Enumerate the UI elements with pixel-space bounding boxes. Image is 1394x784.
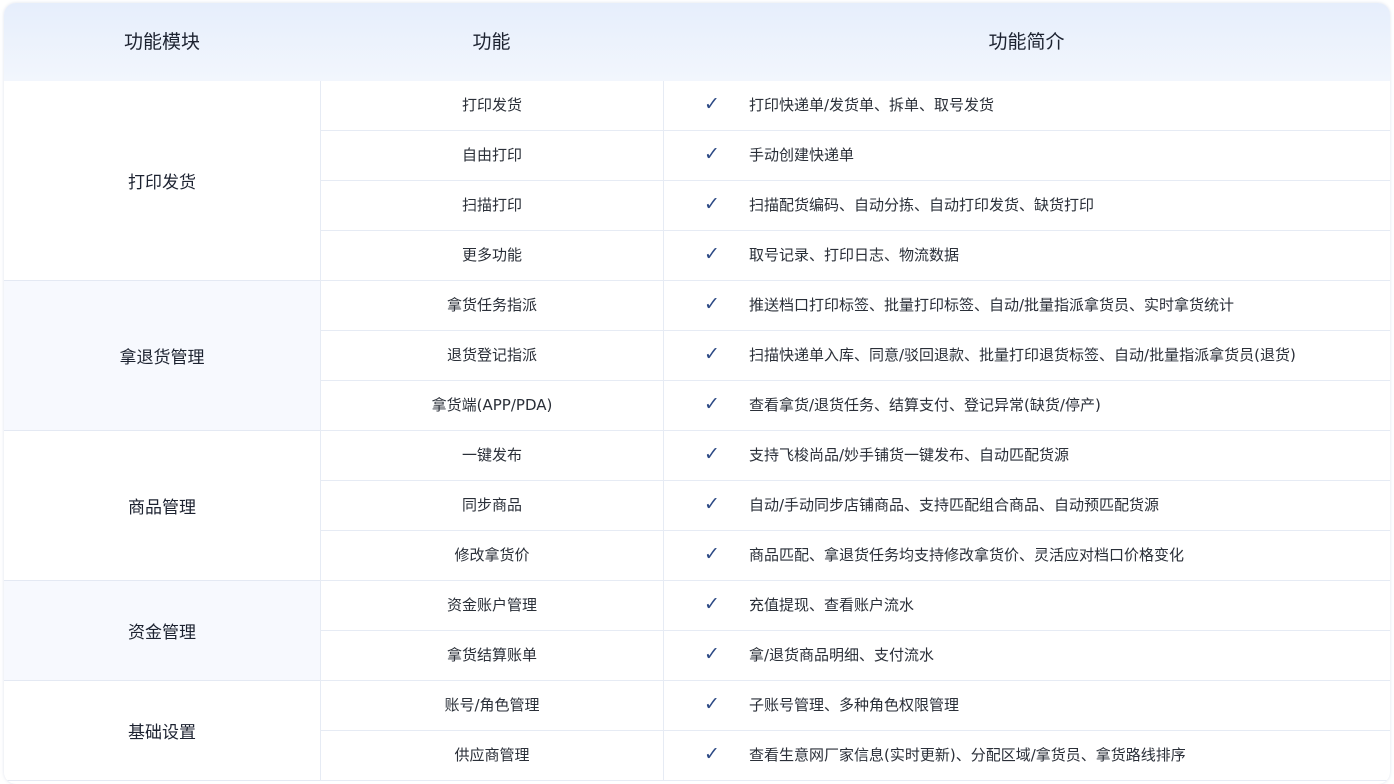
feature-cell: 同步商品 <box>321 481 664 531</box>
description-cell: 拿/退货商品明细、支付流水 <box>749 646 935 664</box>
module-cell: 商品管理 <box>4 431 320 581</box>
checkmark-icon: ✓ <box>704 93 720 115</box>
feature-cell: 拿货端(APP/PDA) <box>321 381 664 431</box>
checkmark-icon: ✓ <box>704 343 720 365</box>
feature-cell: 拿货结算账单 <box>321 631 664 681</box>
table-row: 拿货任务指派 ✓ 推送档口打印标签、批量打印标签、自动/批量指派拿货员、实时拿货统计 <box>320 281 1390 331</box>
table-header: 功能模块 功能 功能简介 <box>4 3 1390 81</box>
checkmark-icon: ✓ <box>704 393 720 415</box>
module-cell: 拿退货管理 <box>4 281 320 431</box>
checkmark-icon: ✓ <box>704 493 720 515</box>
module-cell: 基础设置 <box>4 681 320 781</box>
table-row: 退货登记指派 ✓ 扫描快递单入库、同意/驳回退款、批量打印退货标签、自动/批量指派拿… <box>320 331 1390 381</box>
table-row: 一键发布 ✓ 支持飞梭尚品/妙手铺货一键发布、自动匹配货源 <box>320 431 1390 481</box>
feature-cell: 供应商管理 <box>321 731 664 781</box>
description-cell: 查看生意网厂家信息(实时更新)、分配区域/拿货员、拿货路线排序 <box>749 746 1186 764</box>
description-cell: 推送档口打印标签、批量打印标签、自动/批量指派拿货员、实时拿货统计 <box>749 296 1235 314</box>
feature-cell: 打印发货 <box>321 81 664 131</box>
table-row: 资金账户管理 ✓ 充值提现、查看账户流水 <box>320 581 1390 631</box>
table-row: 同步商品 ✓ 自动/手动同步店铺商品、支持匹配组合商品、自动预匹配货源 <box>320 481 1390 531</box>
module-cell: 资金管理 <box>4 581 320 681</box>
table-row: 更多功能 ✓ 取号记录、打印日志、物流数据 <box>320 231 1390 281</box>
description-cell: 扫描快递单入库、同意/驳回退款、批量打印退货标签、自动/批量指派拿货员(退货) <box>749 346 1296 364</box>
feature-cell: 退货登记指派 <box>321 331 664 381</box>
table-row: 供应商管理 ✓ 查看生意网厂家信息(实时更新)、分配区域/拿货员、拿货路线排序 <box>320 731 1390 781</box>
feature-cell: 修改拿货价 <box>321 531 664 581</box>
feature-cell: 一键发布 <box>321 431 664 481</box>
description-cell: 打印快递单/发货单、拆单、取号发货 <box>749 96 995 114</box>
description-cell: 取号记录、打印日志、物流数据 <box>749 246 960 264</box>
description-cell: 子账号管理、多种角色权限管理 <box>749 696 960 714</box>
checkmark-icon: ✓ <box>704 743 720 765</box>
feature-cell: 资金账户管理 <box>321 581 664 631</box>
checkmark-icon: ✓ <box>704 143 720 165</box>
table-row: 自由打印 ✓ 手动创建快递单 <box>320 131 1390 181</box>
feature-table: 功能模块 功能 功能简介 打印发货 打印发货 ✓ 打印快递单/发货单、拆单、取号发货自… <box>4 3 1390 784</box>
table-row: 拿货结算账单 ✓ 拿/退货商品明细、支付流水 <box>320 631 1390 681</box>
table-row: 扫描打印 ✓ 扫描配货编码、自动分拣、自动打印发货、缺货打印 <box>320 181 1390 231</box>
table-row: 修改拿货价 ✓ 商品匹配、拿退货任务均支持修改拿货价、灵活应对档口价格变化 <box>320 531 1390 581</box>
feature-cell: 拿货任务指派 <box>321 281 664 331</box>
description-cell: 充值提现、查看账户流水 <box>749 596 915 614</box>
table-row: 账号/角色管理 ✓ 子账号管理、多种角色权限管理 <box>320 681 1390 731</box>
header-feature: 功能 <box>472 31 511 53</box>
checkmark-icon: ✓ <box>704 643 720 665</box>
checkmark-icon: ✓ <box>704 293 720 315</box>
description-cell: 商品匹配、拿退货任务均支持修改拿货价、灵活应对档口价格变化 <box>749 546 1185 564</box>
feature-cell: 账号/角色管理 <box>321 681 664 731</box>
checkmark-icon: ✓ <box>704 543 720 565</box>
table-row: 拿货端(APP/PDA) ✓ 查看拿货/退货任务、结算支付、登记异常(缺货/停产) <box>320 381 1390 431</box>
table-row: 打印发货 ✓ 打印快递单/发货单、拆单、取号发货 <box>320 81 1390 131</box>
checkmark-icon: ✓ <box>704 443 720 465</box>
checkmark-icon: ✓ <box>704 593 720 615</box>
description-cell: 查看拿货/退货任务、结算支付、登记异常(缺货/停产) <box>749 396 1101 414</box>
feature-cell: 自由打印 <box>321 131 664 181</box>
module-cell: 打印发货 <box>4 81 320 281</box>
description-cell: 手动创建快递单 <box>749 146 855 164</box>
checkmark-icon: ✓ <box>704 193 720 215</box>
checkmark-icon: ✓ <box>704 693 720 715</box>
description-cell: 自动/手动同步店铺商品、支持匹配组合商品、自动预匹配货源 <box>749 496 1160 514</box>
header-module: 功能模块 <box>123 31 200 53</box>
header-description: 功能简介 <box>988 31 1065 53</box>
description-cell: 扫描配货编码、自动分拣、自动打印发货、缺货打印 <box>749 196 1095 214</box>
feature-cell: 更多功能 <box>321 231 664 281</box>
checkmark-icon: ✓ <box>704 243 720 265</box>
description-cell: 支持飞梭尚品/妙手铺货一键发布、自动匹配货源 <box>749 446 1070 464</box>
feature-cell: 扫描打印 <box>321 181 664 231</box>
